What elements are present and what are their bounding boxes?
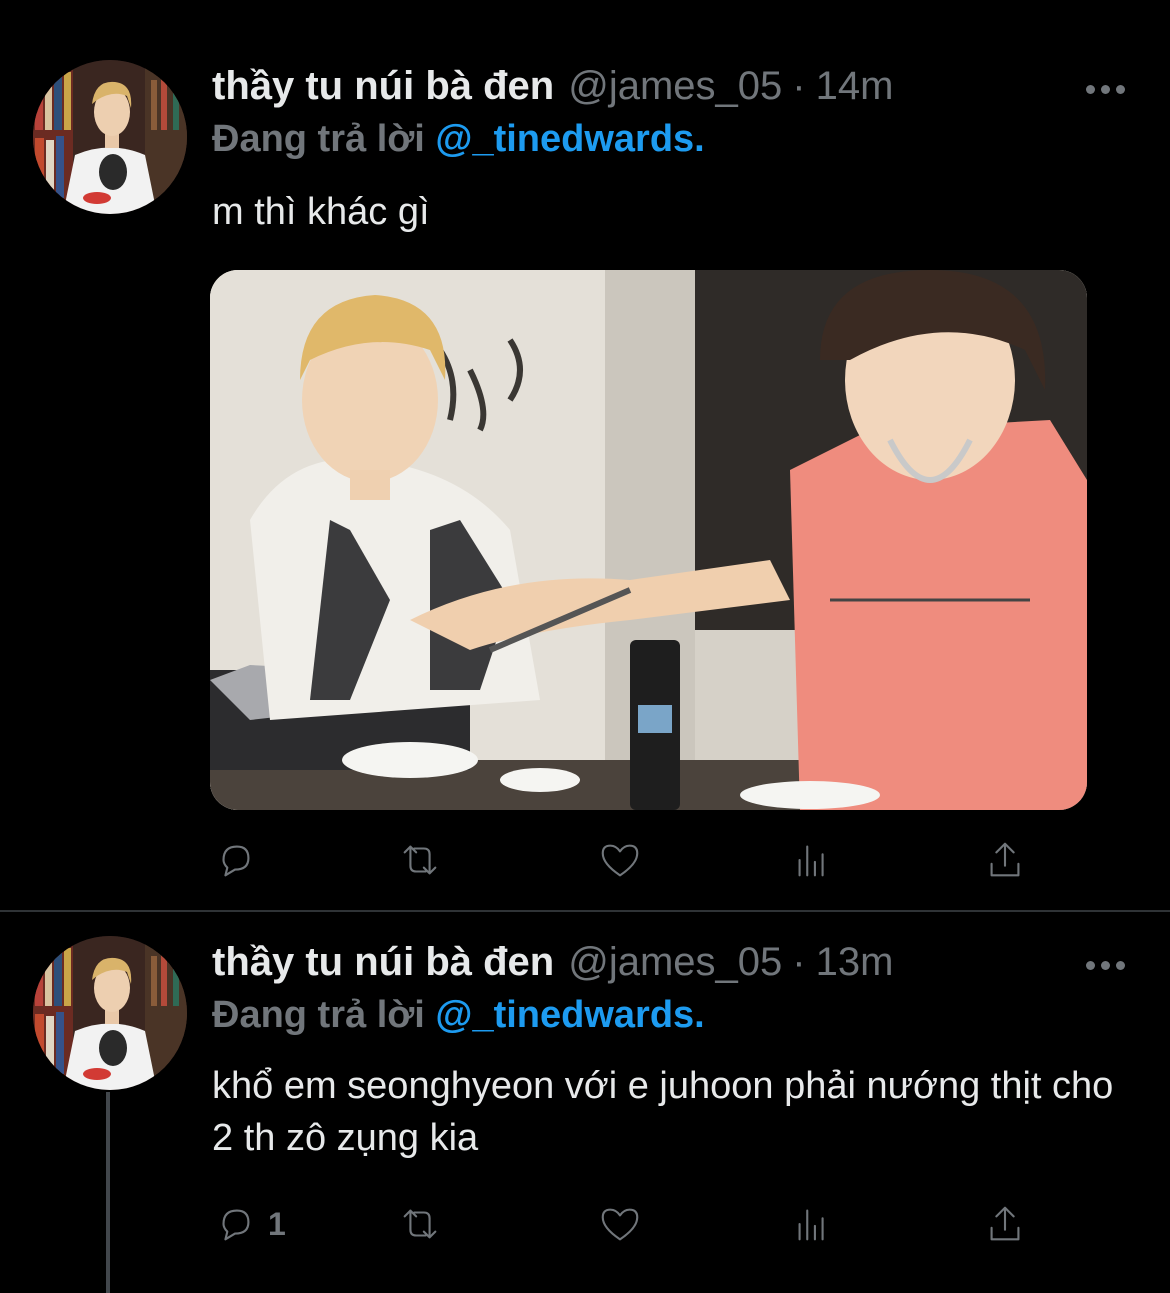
retweet-button[interactable] xyxy=(397,1198,453,1250)
replying-prefix: Đang trả lời xyxy=(212,994,425,1036)
replying-mention[interactable]: @_tinedwards. xyxy=(435,994,704,1036)
share-button[interactable] xyxy=(982,834,1028,886)
display-name[interactable]: thầy tu núi bà đen xyxy=(212,64,554,109)
reply-button[interactable] xyxy=(212,834,268,886)
timestamp[interactable]: 14m xyxy=(816,64,894,109)
replying-mention[interactable]: @_tinedwards. xyxy=(435,118,704,160)
views-icon xyxy=(798,845,824,877)
tweet-media[interactable] xyxy=(210,270,1087,810)
separator: · xyxy=(792,64,806,108)
replying-prefix: Đang trả lời xyxy=(212,118,425,160)
reply-count: 1 xyxy=(268,1205,286,1242)
share-icon xyxy=(990,842,1020,877)
like-icon xyxy=(601,1208,639,1241)
handle[interactable]: @james_05 xyxy=(568,64,782,109)
replying-to: Đang trả lời @_tinedwards. xyxy=(212,118,705,161)
retweet-icon xyxy=(403,1209,437,1239)
views-button[interactable] xyxy=(790,1198,836,1250)
more-icon[interactable] xyxy=(1086,82,1128,96)
more-icon[interactable] xyxy=(1086,958,1128,972)
avatar-image xyxy=(33,60,187,214)
reply-icon xyxy=(222,845,250,877)
like-button[interactable] xyxy=(597,834,653,886)
avatar[interactable] xyxy=(33,60,187,214)
tweet-header: thầy tu núi bà đen @james_05 · 14m xyxy=(212,64,893,114)
views-button[interactable] xyxy=(790,834,836,886)
reply-button[interactable]: 1 xyxy=(212,1198,286,1250)
replying-to: Đang trả lời @_tinedwards. xyxy=(212,994,705,1037)
timestamp[interactable]: 13m xyxy=(816,940,894,985)
share-button[interactable] xyxy=(982,1198,1028,1250)
tweet-actions: 1 xyxy=(212,1198,1042,1250)
tweet-actions xyxy=(212,834,1042,886)
like-icon xyxy=(601,844,639,877)
reply-icon xyxy=(222,1209,250,1241)
retweet-icon xyxy=(403,845,437,875)
avatar-image xyxy=(33,936,187,1090)
share-icon xyxy=(990,1206,1020,1241)
thread-line xyxy=(106,1092,110,1293)
tweet-header: thầy tu núi bà đen @james_05 · 13m xyxy=(212,940,893,990)
tweet-text: khổ em seonghyeon với e juhoon phải nướn… xyxy=(212,1065,1114,1159)
tweet[interactable]: thầy tu núi bà đen @james_05 · 14m Đang … xyxy=(0,0,1170,910)
separator: · xyxy=(792,940,806,984)
tweet-text: m thì khác gì xyxy=(212,191,430,233)
retweet-button[interactable] xyxy=(397,834,453,886)
handle[interactable]: @james_05 xyxy=(568,940,782,985)
tweet[interactable]: thầy tu núi bà đen @james_05 · 13m Đang … xyxy=(0,912,1170,1293)
views-icon xyxy=(798,1209,824,1241)
display-name[interactable]: thầy tu núi bà đen xyxy=(212,940,554,985)
avatar[interactable] xyxy=(33,936,187,1090)
like-button[interactable] xyxy=(597,1198,653,1250)
media-photo xyxy=(210,270,1087,810)
